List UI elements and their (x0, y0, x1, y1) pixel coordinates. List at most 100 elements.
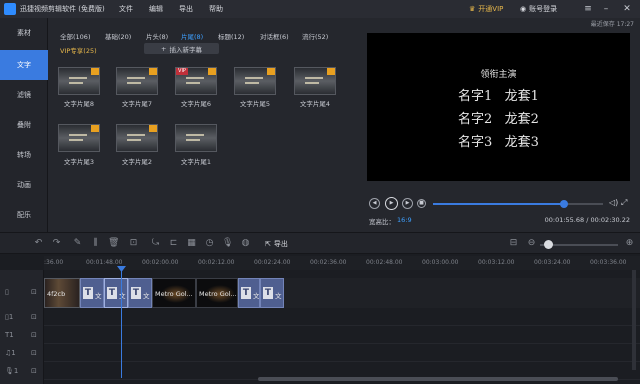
text-clip-icon: T (83, 287, 93, 299)
menu-help[interactable]: 帮助 (209, 4, 223, 14)
zoom-in-icon[interactable]: ⊕ (624, 238, 635, 249)
timeline-clip[interactable]: 4f2cb (44, 278, 80, 308)
tab-popular[interactable]: 流行(52) (302, 31, 328, 41)
download-badge-icon (91, 68, 99, 75)
menu-edit[interactable]: 编辑 (149, 4, 163, 14)
record-icon[interactable]: 🎙 (222, 238, 233, 249)
fit-icon[interactable]: ⊟ (508, 238, 519, 249)
seek-handle[interactable] (559, 200, 568, 208)
nav-overlay[interactable]: 叠附 (0, 110, 48, 140)
split-icon[interactable]: ⫼ (90, 238, 101, 249)
seek-progress (433, 203, 564, 205)
rotate-icon[interactable]: ⤿ (150, 238, 161, 249)
freeze-icon[interactable]: ⊏ (168, 238, 179, 249)
nav-text[interactable]: 文字 (0, 50, 48, 80)
volume-icon[interactable]: ◁) (609, 198, 618, 207)
music-track-1[interactable] (44, 344, 640, 362)
minimize-icon[interactable]: – (600, 3, 612, 15)
lock-icon[interactable]: ⊡ (31, 367, 37, 375)
thumbnail-text-ending-3[interactable] (58, 124, 100, 152)
text-track-icon: T1 (5, 331, 14, 339)
timeline-clip[interactable]: T文 (104, 278, 128, 308)
tab-ending[interactable]: 片尾(8) (181, 31, 203, 41)
thumbnail-label: 文字片尾7 (121, 100, 153, 108)
app-title: 迅捷视频剪辑软件 (免费版) (20, 5, 105, 13)
stop-icon[interactable]: ■ (417, 199, 426, 208)
playhead[interactable] (121, 266, 122, 378)
timeline-clip[interactable]: Metro Gol... (196, 278, 238, 308)
thumbnail-text-ending-6[interactable]: VIP (175, 67, 217, 95)
thumbnail-text-ending-2[interactable] (116, 124, 158, 152)
tick-label: 00:03:12.00 (478, 259, 515, 266)
aspect-ratio-value[interactable]: 16:9 (397, 216, 412, 224)
playback-controls: ◀ ▶ ▶ ■ ◁) ⤢ (367, 197, 630, 210)
thumbnail-text-ending-1[interactable] (175, 124, 217, 152)
zoom-out-icon[interactable]: ⊖ (526, 238, 537, 249)
menu-icon[interactable]: ≡ (582, 3, 594, 15)
timeline-clip[interactable]: T文 (128, 278, 152, 308)
timeline-clip[interactable]: T文 (260, 278, 284, 308)
tab-vip[interactable]: VIP专享(25) (60, 45, 97, 55)
timeline-clip[interactable]: T文 (80, 278, 104, 308)
zoom-handle[interactable] (543, 240, 553, 249)
menu-file[interactable]: 文件 (119, 4, 133, 14)
tab-opening[interactable]: 片头(8) (146, 31, 168, 41)
login-label: 账号登录 (529, 5, 558, 13)
video-track-1[interactable] (44, 308, 640, 326)
speed-icon[interactable]: ◷ (204, 238, 215, 249)
thumbnail-text-ending-5[interactable] (234, 67, 276, 95)
timeline-horizontal-scrollbar[interactable] (258, 377, 618, 381)
text-track-1[interactable] (44, 326, 640, 344)
thumbnail-text-ending-7[interactable] (116, 67, 158, 95)
delete-icon[interactable]: 🗑 (108, 238, 119, 249)
open-vip-button[interactable]: ♛ 开通VIP (469, 3, 503, 15)
previous-frame-icon[interactable]: ◀ (369, 198, 380, 209)
timeline-clip[interactable]: T文 (238, 278, 260, 308)
audio-icon[interactable]: ◍ (240, 238, 251, 249)
tab-title[interactable]: 标题(12) (218, 31, 244, 41)
lock-icon[interactable]: ⊡ (31, 313, 37, 321)
login-button[interactable]: ◉ 账号登录 (520, 3, 557, 15)
thumbnail-label: 文字片尾4 (299, 100, 331, 108)
thumbnail-label: 文字片尾8 (63, 100, 95, 108)
tab-all[interactable]: 全部(106) (60, 31, 90, 41)
redo-icon[interactable]: ↷ (51, 238, 62, 249)
timecode: 00:01:55.68 / 00:02:30.22 (544, 216, 630, 224)
thumbnail-text-ending-8[interactable] (58, 67, 100, 95)
nav-transition[interactable]: 转场 (0, 140, 48, 170)
export-icon: ⇱ (265, 239, 271, 248)
nav-material[interactable]: 素材 (0, 18, 48, 48)
mosaic-icon[interactable]: ▦ (186, 238, 197, 249)
fullscreen-icon[interactable]: ⤢ (621, 198, 627, 208)
lock-icon[interactable]: ⊡ (31, 288, 37, 296)
clip-label: Metro Gol... (199, 290, 237, 298)
text-clip-icon: T (131, 287, 141, 299)
lock-icon[interactable]: ⊡ (31, 349, 37, 357)
edit-icon[interactable]: ✎ (72, 238, 83, 249)
text-library-panel: 全部(106) 基础(20) 片头(8) 片尾(8) 标题(12) 对话框(6)… (48, 18, 357, 232)
export-button[interactable]: ⇱ 导出 (265, 238, 288, 249)
play-icon[interactable]: ▶ (385, 197, 398, 210)
timeline-vertical-scrollbar[interactable] (632, 270, 636, 370)
timeline-ruler[interactable]: :36.00 00:01:48.00 00:02:00.00 00:02:12.… (44, 256, 640, 270)
main-video-track[interactable]: 4f2cb T文 T文 T文 Metro Gol... Metro Gol...… (44, 278, 640, 308)
tab-dialog[interactable]: 对话框(6) (260, 31, 289, 41)
download-badge-icon (208, 68, 216, 75)
crop-icon[interactable]: ⊡ (128, 238, 139, 249)
menu-export[interactable]: 导出 (179, 4, 193, 14)
clip-label: 文 (95, 292, 102, 300)
video-preview: 领衔主演 名字1 龙套1 名字2 龙套2 名字3 龙套3 (367, 33, 630, 181)
nav-animation[interactable]: 动画 (0, 170, 48, 200)
thumbnail-text-ending-4[interactable] (294, 67, 336, 95)
seek-bar[interactable] (433, 200, 603, 208)
undo-icon[interactable]: ↶ (33, 238, 44, 249)
plus-icon: + (161, 44, 167, 53)
tab-basic[interactable]: 基础(20) (105, 31, 131, 41)
timeline-clip[interactable]: Metro Gol... (152, 278, 196, 308)
nav-music[interactable]: 配乐 (0, 200, 48, 230)
next-frame-icon[interactable]: ▶ (402, 198, 413, 209)
nav-filter[interactable]: 滤镜 (0, 80, 48, 110)
close-icon[interactable]: ✕ (621, 3, 633, 15)
insert-subtitle-button[interactable]: + 插入新字幕 (144, 43, 219, 54)
lock-icon[interactable]: ⊡ (31, 331, 37, 339)
